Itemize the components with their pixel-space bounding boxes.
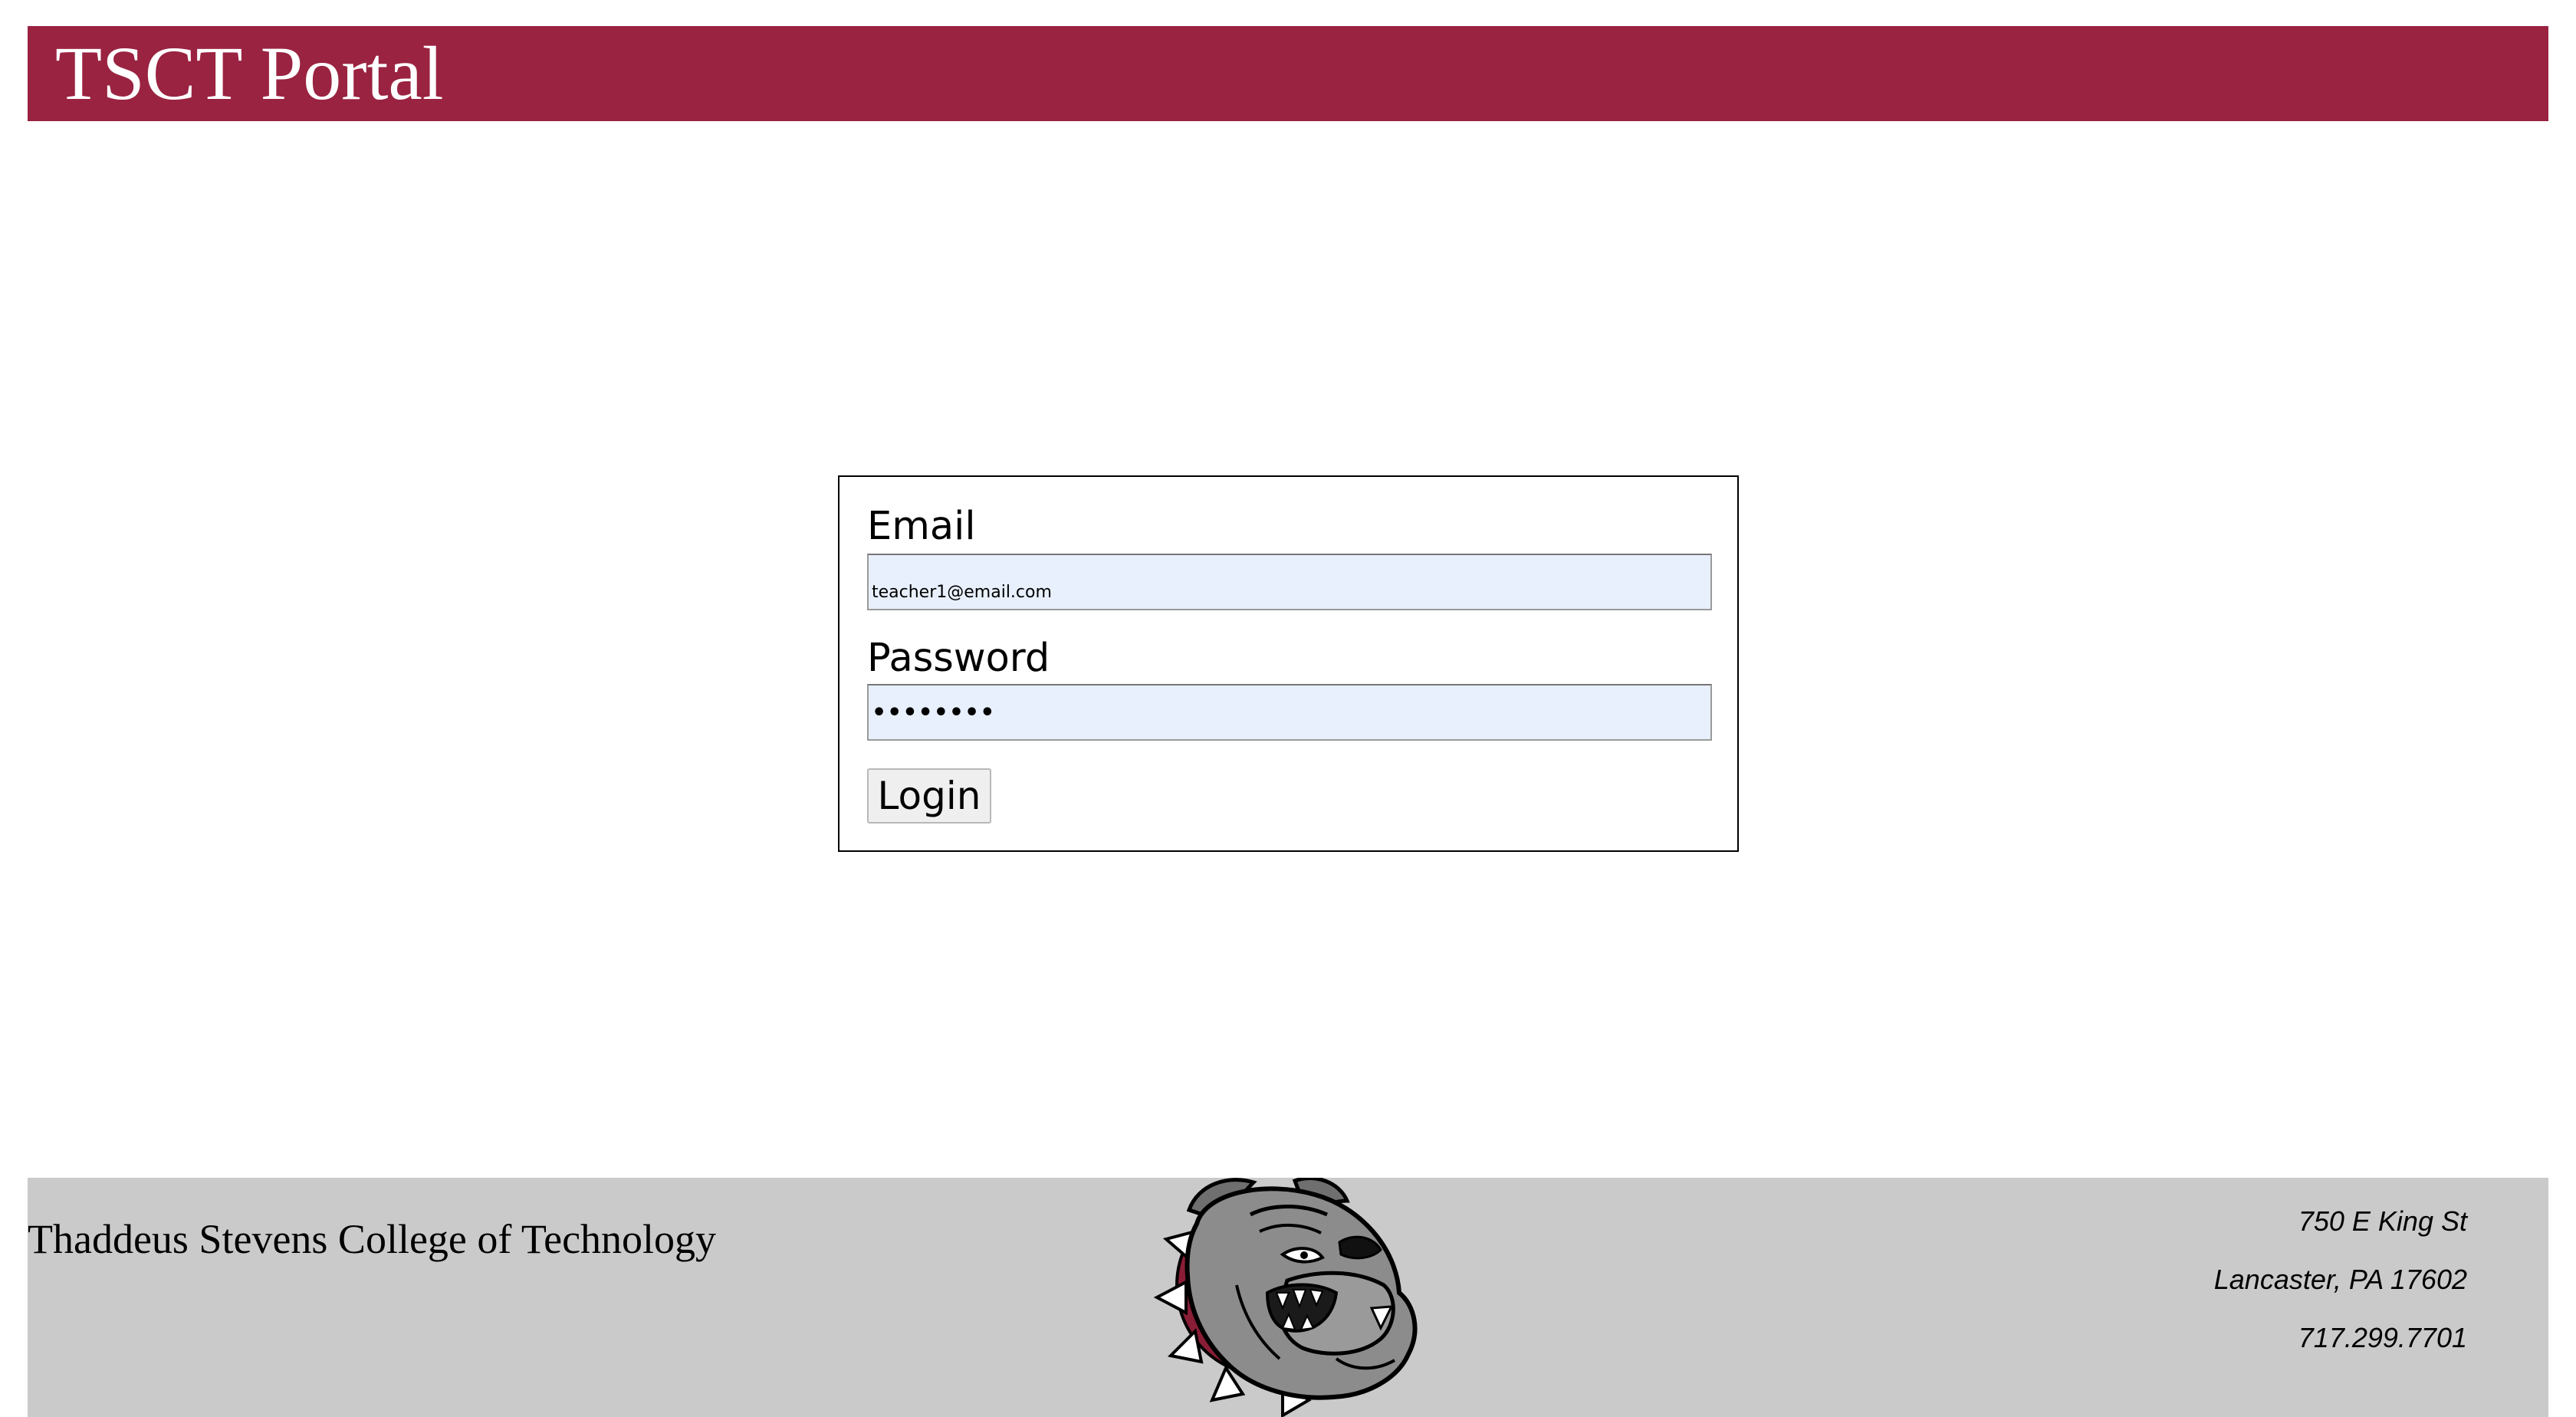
- page-footer: Thaddeus Stevens College of Technology 7…: [28, 1178, 2548, 1417]
- address-city: Lancaster, PA 17602: [2213, 1264, 2467, 1295]
- email-field[interactable]: [867, 554, 1712, 610]
- password-label: Password: [867, 636, 1050, 681]
- college-name: Thaddeus Stevens College of Technology: [28, 1216, 717, 1262]
- login-form: Email Password Login: [838, 475, 1739, 852]
- login-button[interactable]: Login: [867, 768, 991, 824]
- portal-title: TSCT Portal: [55, 31, 444, 116]
- bulldog-mascot-icon: [1153, 1178, 1418, 1417]
- phone-number: 717.299.7701: [2298, 1322, 2467, 1353]
- email-label: Email: [867, 504, 976, 549]
- password-field[interactable]: [867, 684, 1712, 741]
- address-street: 750 E King St: [2298, 1205, 2467, 1237]
- page-header: TSCT Portal: [28, 26, 2548, 121]
